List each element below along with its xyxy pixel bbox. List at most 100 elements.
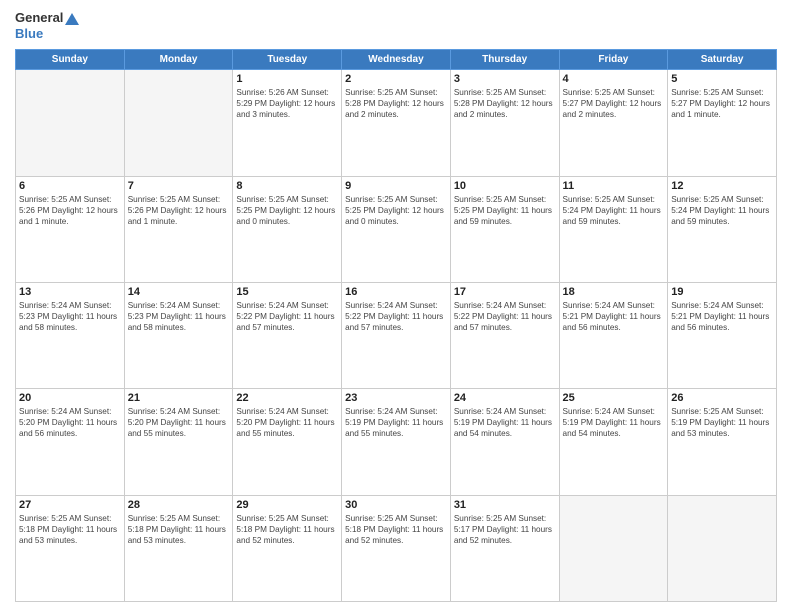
day-number: 25 bbox=[563, 392, 665, 404]
day-number: 28 bbox=[128, 499, 230, 511]
day-cell bbox=[124, 70, 233, 176]
day-cell: 1 Sunrise: 5:26 AM Sunset: 5:29 PM Daylig… bbox=[233, 70, 342, 176]
day-number: 9 bbox=[345, 180, 447, 192]
week-row-5: 27 Sunrise: 5:25 AM Sunset: 5:18 PM Dayli… bbox=[16, 495, 777, 601]
week-row-4: 20 Sunrise: 5:24 AM Sunset: 5:20 PM Dayli… bbox=[16, 389, 777, 495]
day-cell: 12Sunrise: 5:25 AM Sunset: 5:24 PM Dayli… bbox=[668, 176, 777, 282]
day-info: Sunrise: 5:24 AM Sunset: 5:19 PM Dayligh… bbox=[563, 406, 665, 439]
day-info: Sunrise: 5:25 AM Sunset: 5:26 PM Dayligh… bbox=[19, 194, 121, 227]
day-cell: 31Sunrise: 5:25 AM Sunset: 5:17 PM Dayli… bbox=[450, 495, 559, 601]
week-row-1: 1 Sunrise: 5:26 AM Sunset: 5:29 PM Daylig… bbox=[16, 70, 777, 176]
day-cell: 10 Sunrise: 5:25 AM Sunset: 5:25 PM Dayli… bbox=[450, 176, 559, 282]
day-info: Sunrise: 5:24 AM Sunset: 5:19 PM Dayligh… bbox=[345, 406, 447, 439]
day-number: 17 bbox=[454, 286, 556, 298]
day-number: 29 bbox=[236, 499, 338, 511]
day-info: Sunrise: 5:24 AM Sunset: 5:20 PM Dayligh… bbox=[128, 406, 230, 439]
day-cell: 23 Sunrise: 5:24 AM Sunset: 5:19 PM Dayli… bbox=[342, 389, 451, 495]
weekday-friday: Friday bbox=[559, 50, 668, 70]
day-cell: 7Sunrise: 5:25 AM Sunset: 5:26 PM Daylig… bbox=[124, 176, 233, 282]
day-info: Sunrise: 5:25 AM Sunset: 5:25 PM Dayligh… bbox=[454, 194, 556, 227]
day-info: Sunrise: 5:24 AM Sunset: 5:20 PM Dayligh… bbox=[19, 406, 121, 439]
day-info: Sunrise: 5:25 AM Sunset: 5:25 PM Dayligh… bbox=[236, 194, 338, 227]
day-info: Sunrise: 5:25 AM Sunset: 5:25 PM Dayligh… bbox=[345, 194, 447, 227]
day-info: Sunrise: 5:24 AM Sunset: 5:23 PM Dayligh… bbox=[19, 300, 121, 333]
weekday-thursday: Thursday bbox=[450, 50, 559, 70]
day-number: 10 bbox=[454, 180, 556, 192]
day-info: Sunrise: 5:26 AM Sunset: 5:29 PM Dayligh… bbox=[236, 87, 338, 120]
day-info: Sunrise: 5:25 AM Sunset: 5:27 PM Dayligh… bbox=[671, 87, 773, 120]
day-cell: 13Sunrise: 5:24 AM Sunset: 5:23 PM Dayli… bbox=[16, 282, 125, 388]
day-cell: 30 Sunrise: 5:25 AM Sunset: 5:18 PM Dayli… bbox=[342, 495, 451, 601]
day-info: Sunrise: 5:25 AM Sunset: 5:28 PM Dayligh… bbox=[454, 87, 556, 120]
day-info: Sunrise: 5:25 AM Sunset: 5:18 PM Dayligh… bbox=[236, 513, 338, 546]
day-cell: 29 Sunrise: 5:25 AM Sunset: 5:18 PM Dayli… bbox=[233, 495, 342, 601]
day-number: 20 bbox=[19, 392, 121, 404]
day-info: Sunrise: 5:25 AM Sunset: 5:27 PM Dayligh… bbox=[563, 87, 665, 120]
day-cell: 22 Sunrise: 5:24 AM Sunset: 5:20 PM Dayli… bbox=[233, 389, 342, 495]
day-cell: 17 Sunrise: 5:24 AM Sunset: 5:22 PM Dayli… bbox=[450, 282, 559, 388]
day-cell: 21Sunrise: 5:24 AM Sunset: 5:20 PM Dayli… bbox=[124, 389, 233, 495]
day-cell: 3 Sunrise: 5:25 AM Sunset: 5:28 PM Daylig… bbox=[450, 70, 559, 176]
day-cell bbox=[559, 495, 668, 601]
day-number: 31 bbox=[454, 499, 556, 511]
day-number: 5 bbox=[671, 73, 773, 85]
day-number: 24 bbox=[454, 392, 556, 404]
day-info: Sunrise: 5:25 AM Sunset: 5:19 PM Dayligh… bbox=[671, 406, 773, 439]
day-info: Sunrise: 5:25 AM Sunset: 5:26 PM Dayligh… bbox=[128, 194, 230, 227]
day-info: Sunrise: 5:25 AM Sunset: 5:24 PM Dayligh… bbox=[671, 194, 773, 227]
day-info: Sunrise: 5:24 AM Sunset: 5:20 PM Dayligh… bbox=[236, 406, 338, 439]
weekday-header-row: SundayMondayTuesdayWednesdayThursdayFrid… bbox=[16, 50, 777, 70]
day-info: Sunrise: 5:24 AM Sunset: 5:21 PM Dayligh… bbox=[671, 300, 773, 333]
day-cell: 19Sunrise: 5:24 AM Sunset: 5:21 PM Dayli… bbox=[668, 282, 777, 388]
weekday-wednesday: Wednesday bbox=[342, 50, 451, 70]
day-info: Sunrise: 5:24 AM Sunset: 5:22 PM Dayligh… bbox=[345, 300, 447, 333]
day-info: Sunrise: 5:25 AM Sunset: 5:24 PM Dayligh… bbox=[563, 194, 665, 227]
day-number: 8 bbox=[236, 180, 338, 192]
weekday-tuesday: Tuesday bbox=[233, 50, 342, 70]
day-cell: 4 Sunrise: 5:25 AM Sunset: 5:27 PM Daylig… bbox=[559, 70, 668, 176]
day-cell: 26 Sunrise: 5:25 AM Sunset: 5:19 PM Dayli… bbox=[668, 389, 777, 495]
day-number: 1 bbox=[236, 73, 338, 85]
week-row-2: 6 Sunrise: 5:25 AM Sunset: 5:26 PM Daylig… bbox=[16, 176, 777, 282]
day-info: Sunrise: 5:25 AM Sunset: 5:18 PM Dayligh… bbox=[345, 513, 447, 546]
day-cell: 9 Sunrise: 5:25 AM Sunset: 5:25 PM Daylig… bbox=[342, 176, 451, 282]
day-cell: 20 Sunrise: 5:24 AM Sunset: 5:20 PM Dayli… bbox=[16, 389, 125, 495]
day-cell: 6 Sunrise: 5:25 AM Sunset: 5:26 PM Daylig… bbox=[16, 176, 125, 282]
weekday-saturday: Saturday bbox=[668, 50, 777, 70]
day-number: 22 bbox=[236, 392, 338, 404]
calendar: SundayMondayTuesdayWednesdayThursdayFrid… bbox=[15, 49, 777, 602]
day-number: 16 bbox=[345, 286, 447, 298]
day-cell: 11Sunrise: 5:25 AM Sunset: 5:24 PM Dayli… bbox=[559, 176, 668, 282]
day-info: Sunrise: 5:25 AM Sunset: 5:18 PM Dayligh… bbox=[19, 513, 121, 546]
weekday-monday: Monday bbox=[124, 50, 233, 70]
day-info: Sunrise: 5:24 AM Sunset: 5:19 PM Dayligh… bbox=[454, 406, 556, 439]
day-number: 30 bbox=[345, 499, 447, 511]
day-cell: 2 Sunrise: 5:25 AM Sunset: 5:28 PM Daylig… bbox=[342, 70, 451, 176]
day-info: Sunrise: 5:24 AM Sunset: 5:21 PM Dayligh… bbox=[563, 300, 665, 333]
day-info: Sunrise: 5:25 AM Sunset: 5:28 PM Dayligh… bbox=[345, 87, 447, 120]
day-number: 23 bbox=[345, 392, 447, 404]
day-cell: 14Sunrise: 5:24 AM Sunset: 5:23 PM Dayli… bbox=[124, 282, 233, 388]
day-cell: 18 Sunrise: 5:24 AM Sunset: 5:21 PM Dayli… bbox=[559, 282, 668, 388]
day-number: 18 bbox=[563, 286, 665, 298]
week-row-3: 13Sunrise: 5:24 AM Sunset: 5:23 PM Dayli… bbox=[16, 282, 777, 388]
day-cell: 5 Sunrise: 5:25 AM Sunset: 5:27 PM Daylig… bbox=[668, 70, 777, 176]
day-number: 3 bbox=[454, 73, 556, 85]
logo-text: GeneralBlue bbox=[15, 10, 79, 41]
day-cell: 15Sunrise: 5:24 AM Sunset: 5:22 PM Dayli… bbox=[233, 282, 342, 388]
day-number: 2 bbox=[345, 73, 447, 85]
day-number: 4 bbox=[563, 73, 665, 85]
day-number: 6 bbox=[19, 180, 121, 192]
weekday-sunday: Sunday bbox=[16, 50, 125, 70]
day-cell: 28 Sunrise: 5:25 AM Sunset: 5:18 PM Dayli… bbox=[124, 495, 233, 601]
header: GeneralBlue bbox=[15, 10, 777, 41]
day-number: 26 bbox=[671, 392, 773, 404]
day-number: 14 bbox=[128, 286, 230, 298]
day-cell: 16 Sunrise: 5:24 AM Sunset: 5:22 PM Dayli… bbox=[342, 282, 451, 388]
day-info: Sunrise: 5:24 AM Sunset: 5:22 PM Dayligh… bbox=[236, 300, 338, 333]
day-cell: 8 Sunrise: 5:25 AM Sunset: 5:25 PM Daylig… bbox=[233, 176, 342, 282]
day-info: Sunrise: 5:25 AM Sunset: 5:18 PM Dayligh… bbox=[128, 513, 230, 546]
page: GeneralBlue SundayMondayTuesdayWednesday… bbox=[0, 0, 792, 612]
day-info: Sunrise: 5:24 AM Sunset: 5:22 PM Dayligh… bbox=[454, 300, 556, 333]
day-number: 27 bbox=[19, 499, 121, 511]
